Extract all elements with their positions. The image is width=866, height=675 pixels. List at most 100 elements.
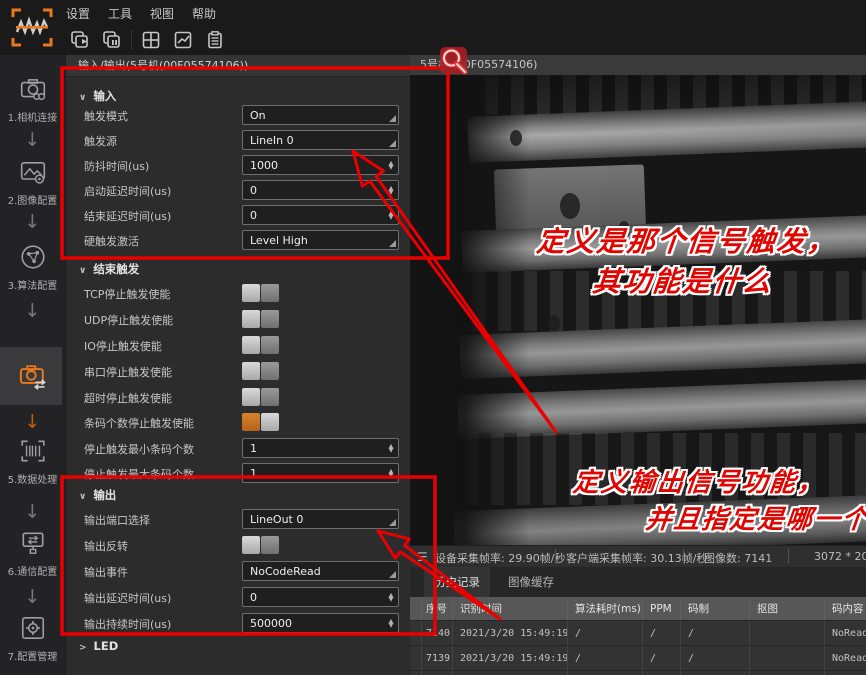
cell-code-content: NoRead (825, 621, 866, 645)
trigger-mode-dropdown[interactable]: On (242, 105, 399, 125)
top-bar: 设置 工具 视图 帮助 (0, 0, 866, 55)
field-label: 超时停止触发使能 (84, 390, 172, 406)
client-fps: 客户端采集帧率: 30.13帧/秒 (566, 550, 707, 566)
dropdown-value: NoCodeRead (250, 565, 321, 578)
cell-empty (825, 671, 866, 675)
app-logo-icon (10, 7, 54, 48)
end-delay-spinner[interactable]: 0▲▼ (242, 205, 399, 225)
field-tcp-stop-trigger: TCP停止触发使能 (66, 283, 411, 305)
menu-tools[interactable]: 工具 (108, 5, 132, 22)
table-row[interactable]: 7139 2021/3/20 15:49:19:544 / / / NoRead (410, 646, 866, 671)
dropdown-value: Level High (250, 234, 308, 247)
field-label: 串口停止触发使能 (84, 364, 172, 380)
spinner-arrows-icon[interactable]: ▲▼ (384, 206, 398, 224)
field-output-duration: 输出持续时间(us) 500000▲▼ (66, 613, 411, 635)
tcp-stop-trigger-toggle[interactable] (242, 284, 279, 302)
field-barcode-count-stop-trigger: 条码个数停止触发使能 (66, 412, 411, 434)
config-gear-icon (19, 614, 47, 642)
dropdown-value: On (250, 109, 266, 122)
log-clipboard-button[interactable] (203, 29, 227, 51)
field-label: TCP停止触发使能 (84, 286, 170, 302)
start-acquisition-button[interactable] (68, 29, 92, 51)
spinner-value: 500000 (250, 617, 292, 630)
output-delay-spinner[interactable]: 0▲▼ (242, 587, 399, 607)
dropdown-corner-icon (389, 240, 396, 247)
layout-grid-button[interactable] (139, 29, 163, 51)
field-label: 输出端口选择 (84, 512, 150, 528)
spinner-arrows-icon[interactable]: ▲▼ (384, 464, 398, 482)
sidebar-item-data-processing[interactable]: 5.数据处理 (0, 437, 65, 486)
field-label: 触发模式 (84, 108, 128, 124)
communication-icon (19, 529, 47, 557)
section-header-led[interactable]: >LED (79, 639, 118, 655)
hard-trigger-activation-dropdown[interactable]: Level High (242, 230, 399, 250)
field-label: 防抖时间(us) (84, 158, 149, 174)
sidebar-item-label: 1.相机连接 (0, 109, 65, 124)
step-arrow-icon: ↓ (0, 503, 65, 522)
pause-acquisition-button[interactable] (100, 29, 124, 51)
col-code-type[interactable]: 码制 (681, 597, 750, 620)
spinner-arrows-icon[interactable]: ▲▼ (384, 181, 398, 199)
col-serial[interactable]: 序号 (422, 597, 453, 620)
barcode-icon (19, 437, 47, 465)
image-resolution: 3072 * 2048 (814, 550, 866, 563)
io-stop-trigger-toggle[interactable] (242, 336, 279, 354)
spinner-arrows-icon[interactable]: ▲▼ (384, 588, 398, 606)
col-recognize-time[interactable]: 识别时间 (453, 597, 568, 620)
max-barcode-count-spinner[interactable]: 1▲▼ (242, 463, 399, 483)
output-invert-toggle[interactable] (242, 536, 279, 554)
serial-stop-trigger-toggle[interactable] (242, 362, 279, 380)
timeout-stop-trigger-toggle[interactable] (242, 388, 279, 406)
chevron-down-icon: ∨ (79, 492, 86, 502)
cell-empty (643, 671, 681, 675)
cell-ppm: / (643, 621, 681, 645)
tab-history[interactable]: 历史记录 (424, 567, 490, 597)
debounce-time-spinner[interactable]: 1000▲▼ (242, 155, 399, 175)
dropdown-value: LineIn 0 (250, 134, 294, 147)
col-crop[interactable]: 抠图 (750, 597, 825, 620)
menu-settings[interactable]: 设置 (66, 5, 90, 22)
trigger-source-dropdown[interactable]: LineIn 0 (242, 130, 399, 150)
step-arrow-active-icon: ↓ (0, 413, 65, 432)
cell-code-type: / (681, 621, 750, 645)
cell-code-content: NoRead (825, 646, 866, 670)
col-code-content[interactable]: 码内容 (825, 597, 866, 620)
col-algo-time[interactable]: 算法耗时(ms) (568, 597, 643, 620)
barcode-count-stop-trigger-toggle[interactable] (242, 413, 279, 431)
menu-help[interactable]: 帮助 (192, 5, 216, 22)
field-max-barcode-count: 停止触发最大条码个数 1▲▼ (66, 463, 411, 485)
step-arrow-icon: ↓ (0, 213, 65, 232)
hamburger-icon[interactable]: ☰ (417, 550, 428, 564)
section-header-end-trigger[interactable]: ∨结束触发 (79, 261, 139, 277)
output-event-dropdown[interactable]: NoCodeRead (242, 561, 399, 581)
cell-empty (750, 671, 825, 675)
col-ppm[interactable]: PPM (643, 597, 681, 620)
spinner-arrows-icon[interactable]: ▲▼ (384, 156, 398, 174)
menu-view[interactable]: 视图 (150, 5, 174, 22)
field-output-invert: 输出反转 (66, 535, 411, 557)
result-tabs-bar: 历史记录 图像缓存 (410, 567, 866, 597)
acquisition-status-bar: ☰ 设备采集帧率: 29.90帧/秒 客户端采集帧率: 30.13帧/秒 图像数… (410, 545, 866, 567)
field-label: 硬触发激活 (84, 233, 139, 249)
output-port-dropdown[interactable]: LineOut 0 (242, 509, 399, 529)
spinner-arrows-icon[interactable]: ▲▼ (384, 614, 398, 632)
start-delay-spinner[interactable]: 0▲▼ (242, 180, 399, 200)
section-header-input[interactable]: ∨输入 (79, 88, 116, 104)
header-gutter (410, 597, 422, 620)
udp-stop-trigger-toggle[interactable] (242, 310, 279, 328)
output-duration-spinner[interactable]: 500000 ▲▼ (242, 613, 399, 633)
sidebar-item-io-config[interactable] (0, 361, 65, 395)
dropdown-corner-icon (389, 571, 396, 578)
spinner-arrows-icon[interactable]: ▲▼ (384, 439, 398, 457)
sidebar-item-config-management[interactable]: 7.配置管理 (0, 614, 65, 663)
table-row[interactable]: 7140 2021/3/20 15:49:19:574 / / / NoRead (410, 621, 866, 646)
sidebar-item-camera-connect[interactable]: 1.相机连接 (0, 75, 65, 124)
statistics-chart-button[interactable] (171, 29, 195, 51)
sidebar-item-image-config[interactable]: 2.图像配置 (0, 158, 65, 207)
section-header-output[interactable]: ∨输出 (79, 487, 116, 503)
min-barcode-count-spinner[interactable]: 1▲▼ (242, 438, 399, 458)
tab-image-cache[interactable]: 图像缓存 (498, 567, 564, 597)
sidebar-item-communication-config[interactable]: 6.通信配置 (0, 529, 65, 578)
camera-live-view[interactable]: 定义是那个信号触发， 其功能是什么 定义输出信号功能， 并且指定是哪一个 (410, 75, 866, 545)
sidebar-item-algorithm-config[interactable]: 3.算法配置 (0, 243, 65, 292)
